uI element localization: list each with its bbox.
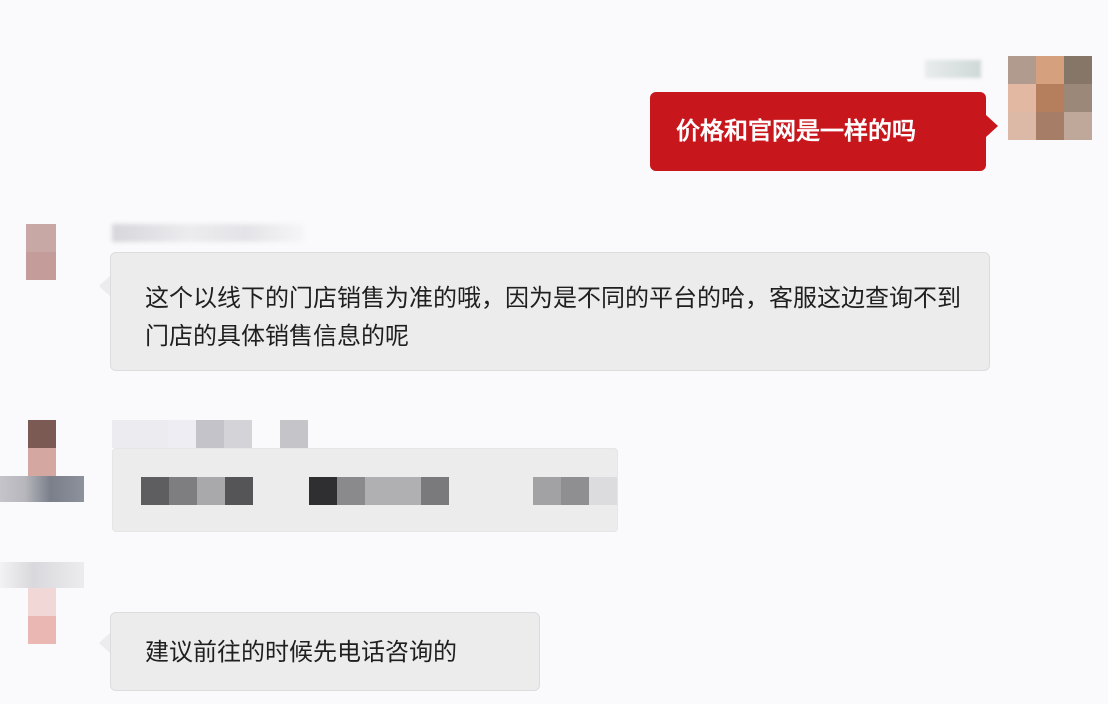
bubble-tail xyxy=(986,115,998,137)
sender-name-blurred xyxy=(925,60,981,78)
message-bubble-other: 这个以线下的门店销售为准的哦，因为是不同的平台的哈，客服这边查询不到门店的具体销… xyxy=(110,252,990,371)
avatar-bar-blurred xyxy=(0,476,84,502)
message-bubble-other-censored xyxy=(112,448,618,532)
avatar[interactable] xyxy=(26,224,56,280)
avatar[interactable] xyxy=(28,420,56,476)
message-text: 价格和官网是一样的吗 xyxy=(676,117,916,145)
avatar[interactable] xyxy=(1008,56,1092,140)
message-text: 建议前往的时候先电话咨询的 xyxy=(145,638,457,666)
avatar[interactable] xyxy=(28,588,56,644)
sender-name-blurred xyxy=(112,420,312,448)
message-text: 这个以线下的门店销售为准的哦，因为是不同的平台的哈，客服这边查询不到门店的具体销… xyxy=(145,284,961,350)
censored-text xyxy=(141,477,617,505)
message-bubble-other: 建议前往的时候先电话咨询的 xyxy=(110,612,540,691)
sender-name-blurred xyxy=(0,562,84,588)
message-bubble-self: 价格和官网是一样的吗 xyxy=(650,92,986,171)
sender-name-blurred xyxy=(112,224,304,242)
